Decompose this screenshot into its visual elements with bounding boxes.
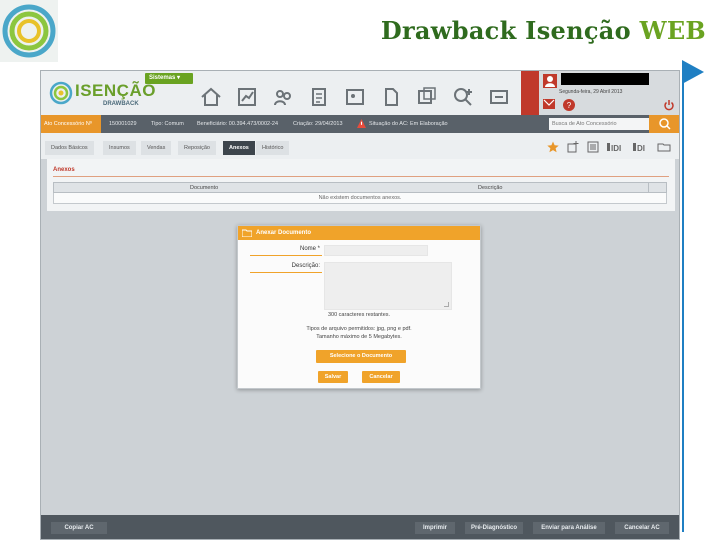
tab-historico[interactable]: Histórico <box>256 141 290 155</box>
tab-tools: IDI DI <box>547 141 675 153</box>
di-icon-text: DI <box>637 144 645 153</box>
people-icon[interactable] <box>271 85 295 109</box>
user-actions: ? <box>543 99 575 111</box>
ato-criacao: Criação: 29/04/2013 <box>293 121 343 127</box>
anexos-table-header: Documento Descrição <box>53 182 667 193</box>
tab-dados-basicos[interactable]: Dados Básicos <box>45 141 94 155</box>
add-item-icon[interactable] <box>567 141 579 153</box>
footer-bar: Copiar AC Imprimir Pré-Diagnóstico Envia… <box>41 515 679 539</box>
send-analysis-button[interactable]: Enviar para Análise <box>533 522 605 534</box>
ato-label: Ato Concessório Nº <box>41 115 101 133</box>
cancel-button[interactable]: Cancelar <box>362 371 400 383</box>
chart-icon[interactable] <box>235 85 259 109</box>
select-document-button[interactable]: Selecione o Documento <box>316 350 406 363</box>
idi-icon[interactable]: IDI <box>607 141 625 153</box>
nome-label: Nome * <box>299 246 320 252</box>
tab-insumos[interactable]: Insumos <box>103 141 136 155</box>
app-logo[interactable]: ISENÇÃO DRAWBACK <box>47 77 155 111</box>
warning-icon <box>357 119 366 128</box>
co-folder-icon[interactable] <box>657 141 675 153</box>
pre-diagnostico-button[interactable]: Pré-Diagnóstico <box>465 522 523 534</box>
logo-rings-icon <box>49 81 73 105</box>
cancel-ac-button[interactable]: Cancelar AC <box>615 522 669 534</box>
home-icon[interactable] <box>199 85 223 109</box>
nome-input[interactable] <box>324 245 428 256</box>
ato-info-bar: Ato Concessório Nº 150001029 Tipo: Comum… <box>41 115 679 133</box>
list-icon[interactable] <box>587 141 599 153</box>
dialog-title: Anexar Documento <box>256 230 312 236</box>
handshake-icon[interactable] <box>487 85 511 109</box>
save-button[interactable]: Salvar <box>318 371 348 383</box>
anexos-section-title: Anexos <box>53 167 75 173</box>
ato-tipo: Tipo: Comum <box>151 121 184 127</box>
anexar-documento-dialog: Anexar Documento Nome * Descrição: 300 c… <box>237 225 481 389</box>
slide-title: Drawback Isenção WEB <box>381 16 706 45</box>
user-sidebar-tab[interactable] <box>521 71 539 115</box>
chars-remaining: 300 caracteres restantes. <box>327 312 391 318</box>
idi-icon-text: IDI <box>611 144 621 153</box>
descricao-underline <box>250 272 322 273</box>
section-divider <box>53 176 669 177</box>
file-icon[interactable] <box>379 85 403 109</box>
user-avatar-icon[interactable] <box>543 74 557 88</box>
decorative-arrow-icon <box>682 60 704 84</box>
ato-number: 150001029 <box>109 121 137 127</box>
slide: Drawback Isenção WEB ISENÇÃO DRAWBACK Si… <box>0 0 720 540</box>
column-documento[interactable]: Documento <box>190 183 218 193</box>
slide-logo <box>0 0 58 62</box>
di-icon[interactable]: DI <box>633 141 649 153</box>
allowed-types-text: Tipos de arquivo permitidos: jpg, png e … <box>306 326 412 332</box>
column-descricao[interactable]: Descrição <box>478 183 502 193</box>
logo-text: ISENÇÃO <box>75 81 156 100</box>
tab-bar: Dados Básicos Insumos Vendas Reposição A… <box>41 133 679 159</box>
ato-search-input[interactable]: Busca de Ato Concessório <box>549 118 649 130</box>
star-icon[interactable] <box>547 141 559 153</box>
search-button[interactable] <box>649 115 679 133</box>
document-icon[interactable] <box>307 85 331 109</box>
resize-handle[interactable] <box>444 302 449 307</box>
tab-reposicao[interactable]: Reposição <box>178 141 216 155</box>
copy-ac-button[interactable]: Copiar AC <box>51 522 107 534</box>
search-plus-icon[interactable] <box>451 85 475 109</box>
tab-anexos[interactable]: Anexos <box>223 141 255 155</box>
descricao-textarea[interactable] <box>324 262 452 310</box>
sistemas-menu-button[interactable]: Sistemas ▾ <box>145 73 193 84</box>
slide-title-main: Drawback Isenção <box>380 16 631 45</box>
mail-icon[interactable] <box>543 99 555 109</box>
anexos-panel: Anexos Documento Descrição Não existem d… <box>47 159 675 211</box>
descricao-label: Descrição: <box>291 263 320 269</box>
app-screenshot: ISENÇÃO DRAWBACK Sistemas ▾ Segunda-feir… <box>40 70 680 540</box>
attach-folder-icon <box>242 229 252 237</box>
user-area: Segunda-feira, 29 Abril 2013 ? <box>521 71 679 115</box>
dialog-header: Anexar Documento <box>238 226 480 240</box>
current-date: Segunda-feira, 29 Abril 2013 <box>559 89 623 95</box>
max-size-text: Tamanho máximo de 5 Megabytes. <box>316 334 402 340</box>
table-row: Não existem documentos anexos. <box>53 193 667 204</box>
nome-underline <box>250 255 322 256</box>
column-divider <box>648 183 649 193</box>
photo-icon[interactable] <box>343 85 367 109</box>
svg-text:?: ? <box>567 101 572 110</box>
logo-subtext: DRAWBACK <box>103 101 139 107</box>
gallery-icon[interactable] <box>415 85 439 109</box>
ato-situacao: Situação do AC: Em Elaboração <box>369 121 448 127</box>
power-icon[interactable] <box>663 99 675 111</box>
slide-title-web: WEB <box>639 16 706 45</box>
search-icon <box>659 118 671 130</box>
user-name-redacted <box>561 73 649 85</box>
app-header: ISENÇÃO DRAWBACK Sistemas ▾ Segunda-feir… <box>41 71 679 115</box>
empty-message: Não existem documentos anexos. <box>318 195 402 201</box>
main-toolbar <box>199 85 511 109</box>
print-button[interactable]: Imprimir <box>415 522 455 534</box>
help-icon[interactable]: ? <box>563 99 575 111</box>
tab-vendas[interactable]: Vendas <box>141 141 172 155</box>
ato-beneficiario: Beneficiário: 00.394.473/0002-24 <box>197 121 279 127</box>
decorative-line <box>682 82 684 532</box>
